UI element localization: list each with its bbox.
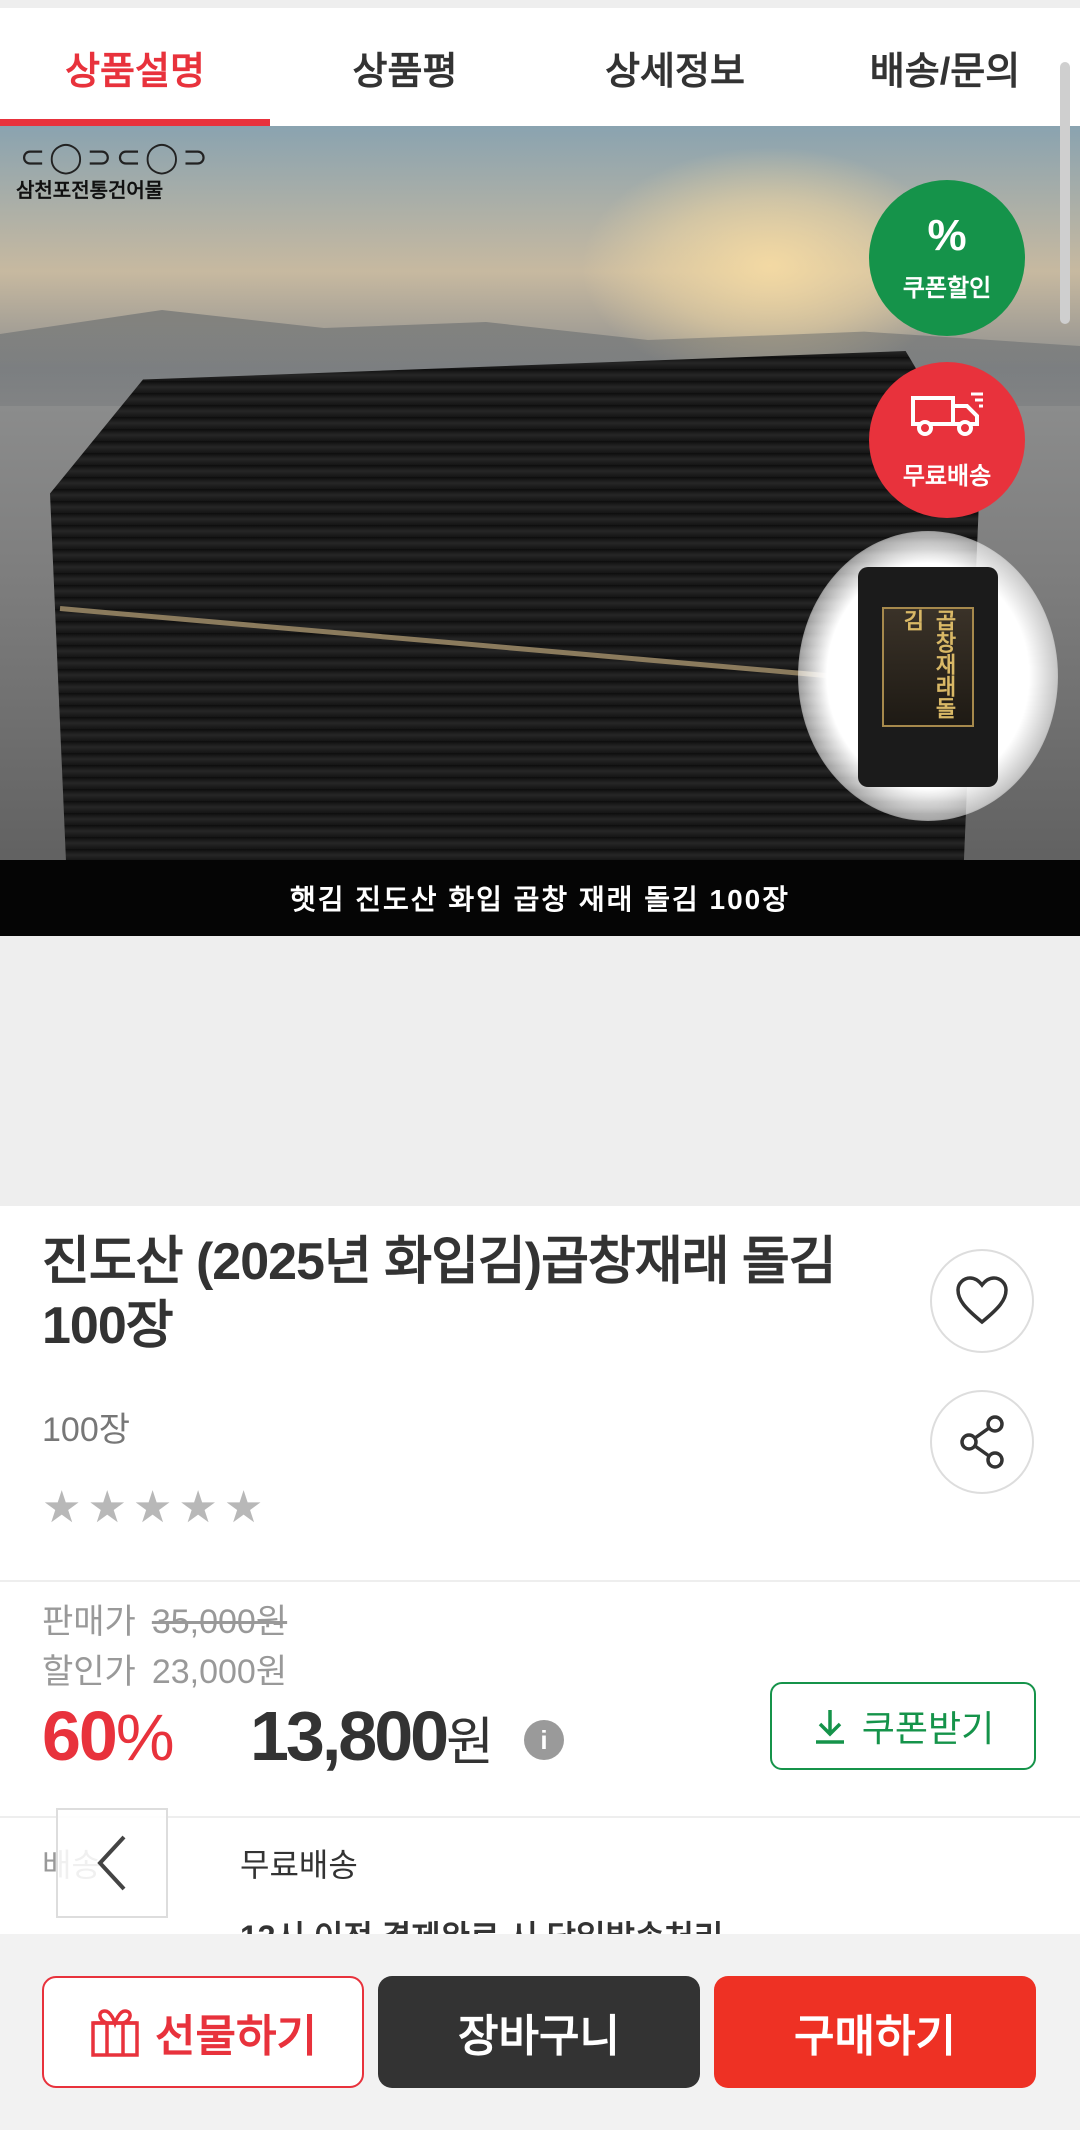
coupon-discount-badge: % 쿠폰할인 bbox=[869, 180, 1025, 336]
image-spacer bbox=[0, 936, 1080, 1206]
bottom-action-bar: 선물하기 장바구니 구매하기 bbox=[0, 1934, 1080, 2130]
discount-rate-unit: % bbox=[115, 1700, 175, 1774]
sale-price-row: 판매가 35,000원 bbox=[42, 1594, 287, 1643]
truck-icon bbox=[909, 390, 985, 446]
tab-reviews[interactable]: 상품평 bbox=[270, 8, 540, 126]
section-divider bbox=[0, 1580, 1080, 1582]
free-shipping-badge: 무료배송 bbox=[869, 362, 1025, 518]
sale-price-label: 판매가 bbox=[42, 1603, 136, 1641]
final-price-value: 13,800 bbox=[250, 1697, 449, 1775]
cart-button[interactable]: 장바구니 bbox=[378, 1976, 700, 2088]
share-button[interactable] bbox=[930, 1390, 1034, 1494]
tab-shipping-inquiry[interactable]: 배송/문의 bbox=[810, 8, 1080, 126]
final-price-unit: 원 bbox=[446, 1714, 494, 1772]
coupon-icon: % bbox=[927, 210, 967, 260]
gift-label: 선물하기 bbox=[155, 2012, 317, 2061]
original-price: 35,000원 bbox=[151, 1603, 288, 1641]
product-title: 진도산 (2025년 화입김)곱창재래 돌김 100장 bbox=[42, 1233, 837, 1355]
rating-stars[interactable]: ★ ★ ★ ★ ★ bbox=[42, 1486, 263, 1530]
product-image: ⊂◯⊃⊂◯⊃ 삼천포전통건어물 % 쿠폰할인 무료배송 곱창재래돌김 햇김 진도… bbox=[0, 126, 1080, 936]
top-divider bbox=[0, 0, 1080, 8]
chevron-left-icon bbox=[97, 1835, 126, 1891]
discount-rate-value: 60 bbox=[42, 1697, 118, 1775]
discount-price: 23,000원 bbox=[151, 1653, 288, 1691]
package-body: 곱창재래돌김 bbox=[858, 567, 998, 787]
package-thumbnail: 곱창재래돌김 bbox=[798, 531, 1058, 821]
final-price: 13,800원 bbox=[250, 1696, 494, 1783]
download-icon bbox=[815, 1710, 844, 1744]
brand-logo-text: 삼천포전통건어물 bbox=[16, 180, 164, 202]
get-coupon-button[interactable]: 쿠폰받기 bbox=[770, 1682, 1036, 1770]
star-icon: ★ bbox=[223, 1483, 264, 1532]
tab-description[interactable]: 상품설명 bbox=[0, 8, 270, 126]
price-info-icon[interactable]: i bbox=[524, 1720, 564, 1760]
star-icon: ★ bbox=[87, 1483, 127, 1532]
star-icon: ★ bbox=[132, 1483, 173, 1532]
fish-icon: ⊂◯⊃⊂◯⊃ bbox=[20, 141, 212, 174]
star-icon: ★ bbox=[178, 1483, 218, 1532]
tab-details[interactable]: 상세정보 bbox=[540, 8, 810, 126]
gift-button[interactable]: 선물하기 bbox=[42, 1976, 364, 2088]
shipping-value: 무료배송 bbox=[240, 1847, 358, 1883]
favorite-button[interactable] bbox=[930, 1249, 1034, 1353]
package-label: 곱창재래돌김 bbox=[882, 607, 974, 727]
heart-icon bbox=[956, 1276, 1008, 1325]
buy-button[interactable]: 구매하기 bbox=[714, 1976, 1036, 2088]
back-button[interactable] bbox=[56, 1808, 168, 1918]
star-icon: ★ bbox=[42, 1483, 82, 1532]
coupon-badge-label: 쿠폰할인 bbox=[902, 274, 992, 302]
gift-icon bbox=[91, 2009, 139, 2057]
discount-price-row: 할인가 23,000원 bbox=[42, 1644, 287, 1693]
shipping-badge-label: 무료배송 bbox=[902, 462, 992, 490]
discount-rate: 60% bbox=[42, 1696, 175, 1777]
product-option: 100장 bbox=[42, 1411, 131, 1449]
share-icon bbox=[960, 1415, 1004, 1469]
discount-price-label: 할인가 bbox=[42, 1653, 136, 1691]
scrollbar[interactable] bbox=[1060, 62, 1070, 324]
image-caption: 햇김 진도산 화입 곱창 재래 돌김 100장 bbox=[0, 860, 1080, 936]
get-coupon-label: 쿠폰받기 bbox=[861, 1708, 995, 1749]
brand-logo: ⊂◯⊃⊂◯⊃ 삼천포전통건어물 bbox=[16, 136, 208, 206]
product-tabs: 상품설명 상품평 상세정보 배송/문의 bbox=[0, 8, 1080, 126]
